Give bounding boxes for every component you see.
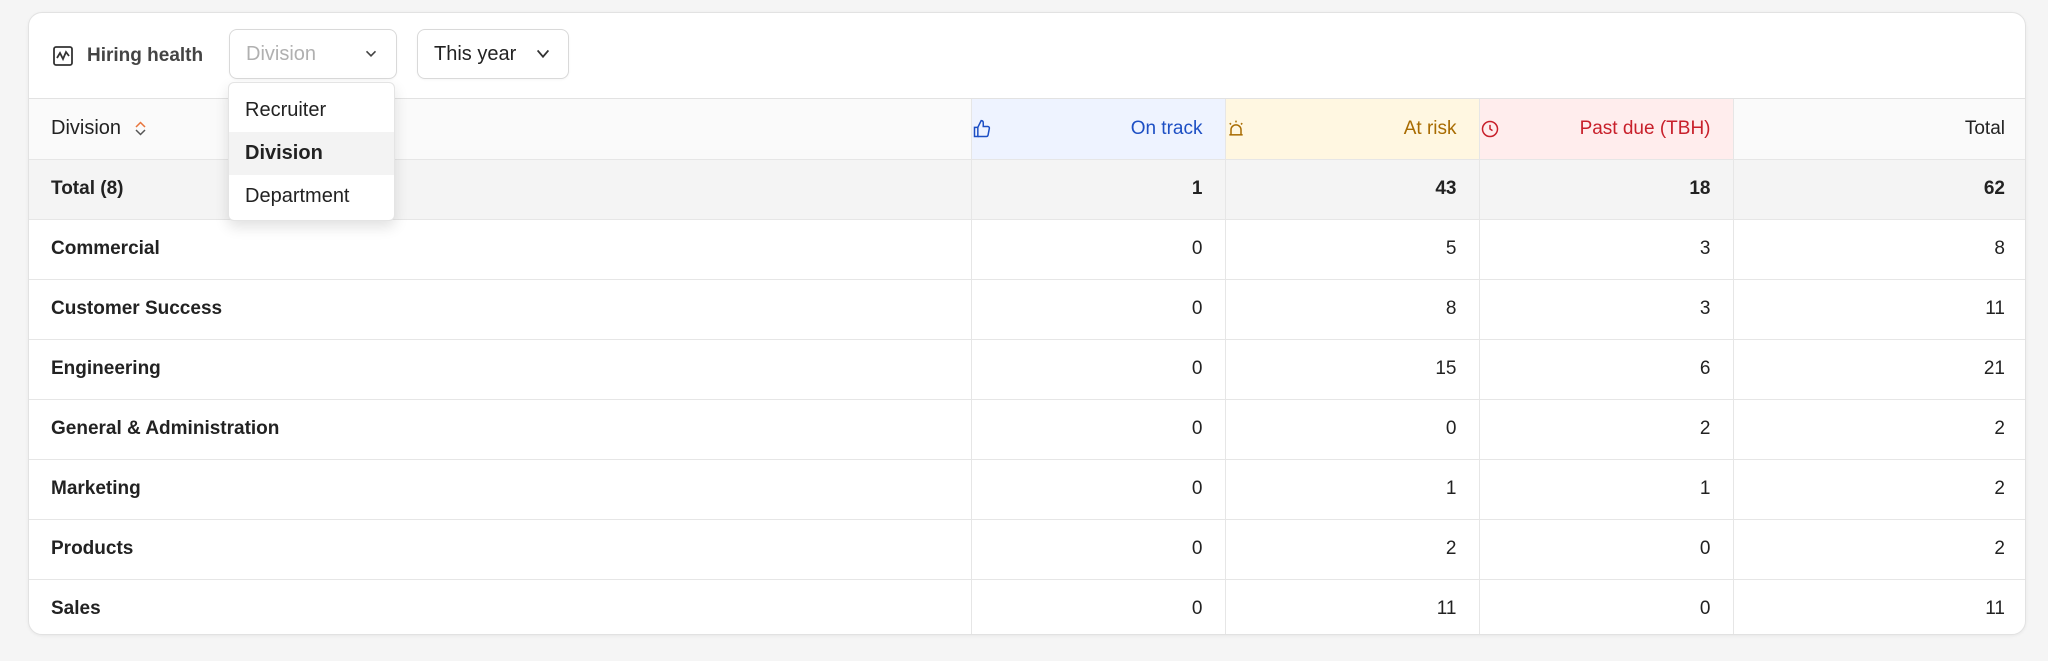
cell-on-track: 0 — [970, 339, 1225, 400]
sort-down-icon — [135, 129, 146, 137]
row-name: Customer Success — [29, 279, 971, 340]
cell-on-track: 0 — [970, 519, 1225, 580]
table-row[interactable]: Products 0 2 0 2 — [29, 519, 2025, 580]
table-row[interactable]: Sales 0 11 0 11 — [29, 579, 2025, 634]
cell-at-risk: 8 — [1224, 279, 1479, 340]
cell-total: 21 — [1732, 339, 2025, 400]
cell-at-risk: 11 — [1224, 579, 1479, 634]
chevron-down-icon — [536, 49, 550, 59]
cell-total: 2 — [1732, 519, 2025, 580]
cell-past-due: 2 — [1478, 399, 1733, 460]
cell-at-risk: 2 — [1224, 519, 1479, 580]
column-header-past-due[interactable]: Past due (TBH) — [1478, 99, 1733, 160]
cell-past-due: 3 — [1478, 279, 1733, 340]
row-name: Sales — [29, 579, 971, 634]
cell-at-risk: 5 — [1224, 219, 1479, 280]
clock-icon — [1481, 120, 1498, 137]
cell-total: 62 — [1732, 159, 2025, 220]
table-row[interactable]: Customer Success 0 8 3 11 — [29, 279, 2025, 340]
menu-item-recruiter[interactable]: Recruiter — [229, 89, 394, 132]
menu-item-department[interactable]: Department — [229, 175, 394, 218]
sort-up-icon — [135, 121, 146, 128]
cell-on-track: 0 — [970, 579, 1225, 634]
cell-past-due: 6 — [1478, 339, 1733, 400]
cell-total: 11 — [1732, 579, 2025, 634]
row-name: Products — [29, 519, 971, 580]
cell-at-risk: 1 — [1224, 459, 1479, 520]
table-row[interactable]: General & Administration 0 0 2 2 — [29, 399, 2025, 460]
column-header-on-track[interactable]: On track — [970, 99, 1225, 160]
row-name: Engineering — [29, 339, 971, 400]
column-header-at-risk[interactable]: At risk — [1224, 99, 1479, 160]
thumbs-up-icon — [973, 119, 990, 137]
period-dropdown[interactable]: This year — [417, 29, 569, 79]
card-title-text: Hiring health — [87, 44, 204, 66]
group-by-menu: Recruiter Division Department — [228, 82, 395, 221]
chevron-down-icon — [365, 50, 377, 57]
menu-item-division[interactable]: Division — [229, 132, 394, 175]
group-by-placeholder: Division — [246, 42, 317, 65]
cell-at-risk: 15 — [1224, 339, 1479, 400]
column-header-total[interactable]: Total — [1732, 99, 2025, 160]
row-name: General & Administration — [29, 399, 971, 460]
cell-on-track: 1 — [970, 159, 1225, 220]
table-row[interactable]: Commercial 0 5 3 8 — [29, 219, 2025, 280]
period-value: This year — [434, 42, 517, 65]
cell-past-due: 18 — [1478, 159, 1733, 220]
cell-total: 11 — [1732, 279, 2025, 340]
alarm-siren-icon — [1228, 120, 1243, 136]
row-name: Total (8) — [29, 159, 971, 220]
cell-at-risk: 0 — [1224, 399, 1479, 460]
cell-total: 2 — [1732, 399, 2025, 460]
cell-on-track: 0 — [970, 219, 1225, 280]
cell-on-track: 0 — [970, 399, 1225, 460]
card-title: Hiring health — [51, 44, 203, 68]
cell-at-risk: 43 — [1224, 159, 1479, 220]
table-row[interactable]: Marketing 0 1 1 2 — [29, 459, 2025, 520]
activity-chart-icon — [53, 45, 73, 66]
cell-past-due: 0 — [1478, 579, 1733, 634]
cell-total: 8 — [1732, 219, 2025, 280]
cell-on-track: 0 — [970, 279, 1225, 340]
row-name: Commercial — [29, 219, 971, 280]
column-header-division[interactable]: Division — [29, 99, 971, 160]
table-row[interactable]: Engineering 0 15 6 21 — [29, 339, 2025, 400]
group-by-dropdown[interactable]: Division — [229, 29, 397, 79]
cell-past-due: 0 — [1478, 519, 1733, 580]
row-name: Marketing — [29, 459, 971, 520]
cell-past-due: 3 — [1478, 219, 1733, 280]
cell-past-due: 1 — [1478, 459, 1733, 520]
cell-on-track: 0 — [970, 459, 1225, 520]
sort-icon[interactable] — [135, 121, 146, 137]
cell-total: 2 — [1732, 459, 2025, 520]
